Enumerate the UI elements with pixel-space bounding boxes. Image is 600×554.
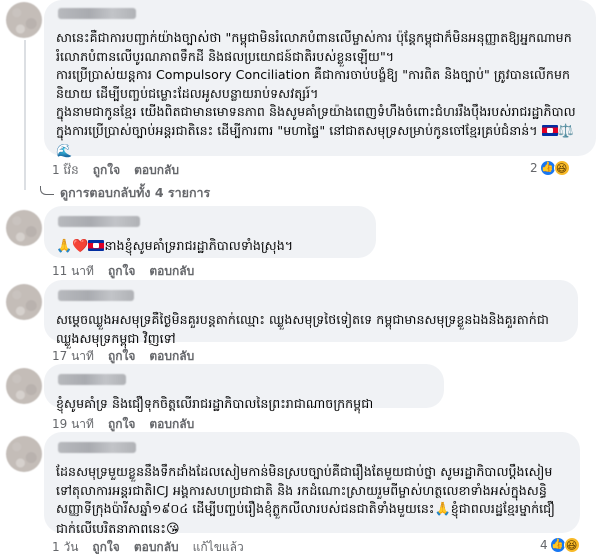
comment-text: 🙏❤️ នាងខ្ញុំសូមគាំទ្ររាជរដ្ឋាភិបាលទាំងស្រ… xyxy=(56,238,294,254)
comment-bubble: ខ្ញុំសូមគាំទ្រ និងជឿទុកចិត្តលើរាជរដ្ឋាភិ… xyxy=(44,364,444,411)
reaction-count: 4 xyxy=(540,538,548,552)
edited-label: แก้ไขแล้ว xyxy=(192,540,244,554)
author-name-blurred[interactable] xyxy=(58,442,136,453)
reply-button[interactable]: ตอบกลับ xyxy=(149,262,194,281)
comment-actions: 11 นาที ถูกใจ ตอบกลับ xyxy=(52,262,194,281)
like-button[interactable]: ถูกใจ xyxy=(108,262,135,281)
like-button[interactable]: ถูกใจ xyxy=(92,538,119,554)
author-name-blurred[interactable] xyxy=(58,290,134,301)
author-name-blurred[interactable] xyxy=(58,8,136,19)
author-name-blurred[interactable] xyxy=(58,216,140,227)
comment-text: សានេះគឺជាការបញ្ជាក់យ៉ាងច្បាស់ថា "កម្ពុជា… xyxy=(56,30,576,159)
comment-text: ខ្ញុំសូមគាំទ្រ និងជឿទុកចិត្តលើរាជរដ្ឋាភិ… xyxy=(56,396,374,411)
reply-button[interactable]: ตอบกลับ xyxy=(134,538,179,554)
comment-bubble: សានេះគឺជាការបញ្ជាក់យ៉ាងច្បាស់ថា "កម្ពុជា… xyxy=(44,0,596,159)
avatar[interactable] xyxy=(6,2,42,38)
view-replies-button[interactable]: ดูการตอบกลับทั้ง 4 รายการ xyxy=(40,183,210,203)
comment-time[interactable]: 11 นาที xyxy=(52,262,94,281)
like-button[interactable]: ถูกใจ xyxy=(93,161,120,180)
pray-emoji: 🙏 xyxy=(434,502,451,518)
avatar[interactable] xyxy=(6,284,42,320)
reply-arrow-icon xyxy=(40,185,54,195)
comment-actions: 1 វ៉ែន ถูกใจ ตอบกลับ xyxy=(52,161,179,180)
comment-time[interactable]: 1 วัน xyxy=(52,538,78,554)
avatar[interactable] xyxy=(6,210,42,246)
reaction-summary[interactable]: 2 👍 😆 xyxy=(530,160,570,176)
comment-bubble: សម្ដេចឈ្លួងអសមុទ្រគឺថ្ងៃមិនគួរបន្តតាក់ឈ្… xyxy=(44,280,578,346)
reaction-count: 2 xyxy=(530,161,538,175)
kiss-emoji: 😘 xyxy=(165,521,180,537)
comment-text: សម្ដេចឈ្លួងអសមុទ្រគឺថ្ងៃមិនគួរបន្តតាក់ឈ្… xyxy=(56,312,549,346)
thread-line xyxy=(24,40,26,190)
reaction-summary[interactable]: 4 👍 😆 xyxy=(540,537,580,553)
comment-actions: 1 วัน ถูกใจ ตอบกลับ แก้ไขแล้ว xyxy=(52,538,244,554)
comment-bubble: ដែនសមុទ្រមួយខ្លួននឹងទឹកដាំងដែលសៀមកាន់មិន… xyxy=(44,432,580,537)
cambodia-flag-icon xyxy=(541,124,558,136)
reply-button[interactable]: ตอบกลับ xyxy=(134,161,179,180)
cambodia-flag-icon xyxy=(88,240,105,251)
haha-icon: 😆 xyxy=(563,537,580,553)
comment-emoji: 🙏❤️ xyxy=(56,239,89,254)
author-name-blurred[interactable] xyxy=(58,374,126,385)
avatar[interactable] xyxy=(6,436,42,472)
comment-bubble: 🙏❤️ នាងខ្ញុំសូមគាំទ្ររាជរដ្ឋាភិបាលទាំងស្រ… xyxy=(44,206,376,258)
avatar[interactable] xyxy=(6,368,42,404)
view-replies-label: ดูการตอบกลับทั้ง 4 รายการ xyxy=(60,185,211,200)
comment-text: ដែនសមុទ្រមួយខ្លួននឹងទឹកដាំងដែលសៀមកាន់មិន… xyxy=(56,464,555,537)
haha-icon: 😆 xyxy=(553,160,570,176)
comment-time[interactable]: 1 វ៉ែន xyxy=(52,162,79,180)
